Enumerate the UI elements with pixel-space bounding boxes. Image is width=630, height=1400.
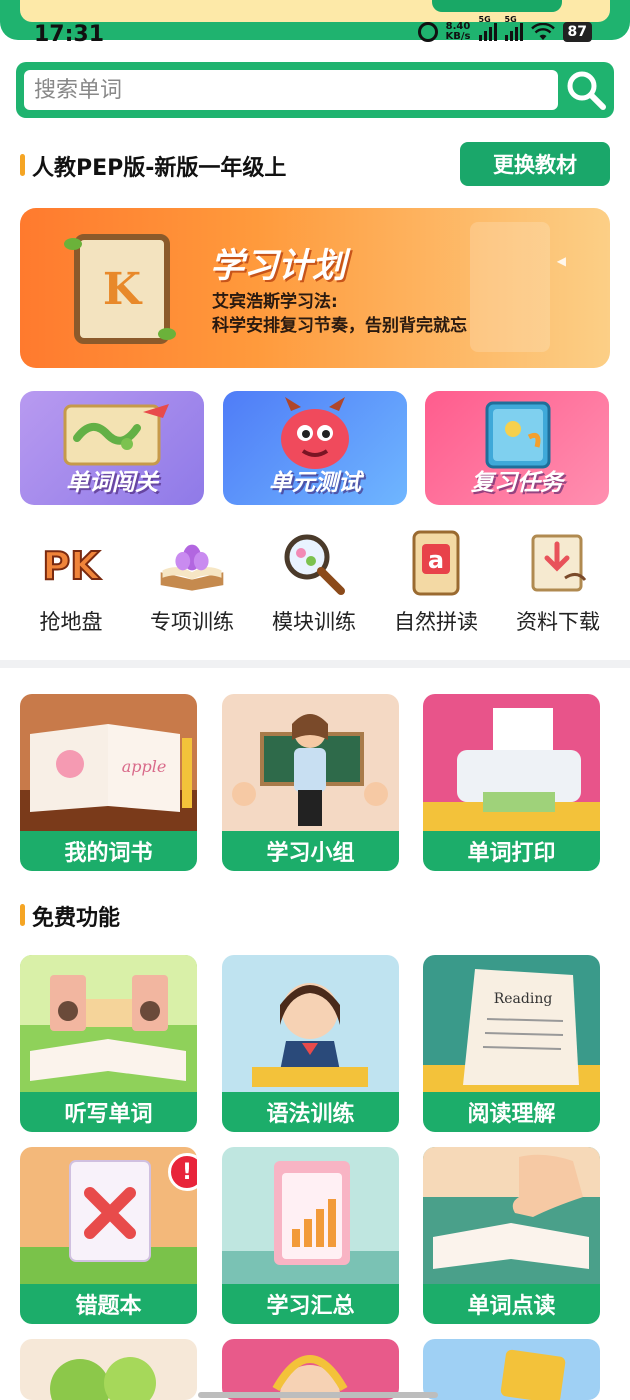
finger-book-picture: [423, 1147, 600, 1287]
grammar-training-label: 语法训练: [222, 1092, 399, 1132]
search-input[interactable]: [24, 70, 558, 110]
status-icons: 8.40 KB/s 5G 5G 87: [417, 15, 592, 42]
word-print-label: 单词打印: [423, 831, 600, 871]
special-training-label: 专项训练: [150, 610, 234, 634]
printer-picture: [423, 694, 600, 834]
word-challenge-label: 单词闯关: [66, 470, 158, 496]
unit-test-label: 单元测试: [269, 470, 361, 496]
network-speed: 8.40 KB/s: [446, 22, 471, 42]
leaf-icon: [64, 238, 82, 250]
download-materials-label: 资料下载: [516, 610, 600, 634]
my-wordbook-tile[interactable]: apple 我的词书: [20, 694, 197, 871]
special-training-button[interactable]: 专项训练: [137, 530, 247, 640]
review-task-card[interactable]: 复习任务: [425, 391, 609, 505]
magnifier-icon: [279, 530, 349, 596]
alarm-icon: [417, 22, 438, 42]
study-summary-label: 学习汇总: [222, 1284, 399, 1324]
pk-glyph: PK: [42, 544, 101, 588]
grab-territory-label: 抢地盘: [39, 610, 103, 634]
free-features-title: 免费功能: [32, 906, 121, 931]
wifi-icon: [530, 23, 555, 40]
status-bar: 17:31 8.40 KB/s 5G 5G 87: [0, 15, 630, 54]
wordbook-picture: apple: [20, 694, 197, 834]
top-promo-banner-button[interactable]: [432, 0, 562, 12]
letter-a-glyph: a: [428, 546, 444, 574]
trees-picture: [20, 1339, 197, 1400]
pk-icon: PK: [36, 530, 106, 596]
dictation-tile[interactable]: 听写单词: [20, 955, 197, 1132]
dictation-label: 听写单词: [20, 1092, 197, 1132]
letter-card-icon: a: [401, 530, 471, 596]
speakers-picture: [20, 955, 197, 1095]
section-divider: [0, 660, 630, 668]
module-training-label: 模块训练: [272, 610, 356, 634]
carousel-arrow-icon: ◀: [556, 254, 566, 268]
signal-label: 5G: [478, 15, 491, 24]
status-time: 17:31: [34, 22, 105, 47]
download-materials-button[interactable]: 资料下载: [503, 530, 613, 640]
book-flower-icon: [157, 530, 227, 596]
word-challenge-card[interactable]: 单词闯关: [20, 391, 204, 505]
reading-comprehension-label: 阅读理解: [423, 1092, 600, 1132]
study-plan-subtitle-line1: 艾宾浩斯学习法:: [212, 292, 338, 312]
partial-tile-1[interactable]: [20, 1339, 197, 1400]
signal-icon: 5G: [478, 15, 497, 41]
study-plan-banner[interactable]: K 学习计划 艾宾浩斯学习法: 科学安排复习节奏，告别背完就忘 ◀: [20, 208, 610, 368]
search-bar: [16, 62, 614, 118]
signal-icon-2: 5G: [504, 15, 523, 41]
grab-territory-button[interactable]: PK 抢地盘: [16, 530, 126, 640]
mistakes-book-tile[interactable]: ! 错题本: [20, 1147, 197, 1324]
banner-decoration: [470, 222, 550, 352]
search-icon: [567, 71, 606, 110]
reading-word: Reading: [494, 991, 553, 1007]
partial-tile-3[interactable]: [423, 1339, 600, 1400]
clipboard-chart-picture: [222, 1147, 399, 1287]
battery-indicator: 87: [562, 22, 592, 42]
study-plan-subtitle: 艾宾浩斯学习法: 科学安排复习节奏，告别背完就忘: [212, 290, 467, 338]
mistakes-book-label: 错题本: [20, 1284, 197, 1324]
textbook-title: 人教PEP版-新版一年级上: [32, 156, 287, 181]
study-group-tile[interactable]: 学习小组: [222, 694, 399, 871]
letter-k-board-icon: K: [74, 234, 170, 344]
word-print-tile[interactable]: 单词打印: [423, 694, 600, 871]
my-wordbook-label: 我的词书: [20, 831, 197, 871]
classroom-picture: [222, 694, 399, 834]
change-textbook-button[interactable]: 更换教材: [460, 142, 610, 186]
phonics-button[interactable]: a 自然拼读: [381, 530, 491, 640]
review-task-label: 复习任务: [471, 470, 563, 496]
student-writing-picture: [222, 955, 399, 1095]
study-plan-subtitle-line2: 科学安排复习节奏，告别背完就忘: [212, 316, 467, 336]
section-marker: [20, 154, 25, 176]
study-plan-title: 学习计划: [210, 246, 346, 286]
module-training-button[interactable]: 模块训练: [259, 530, 369, 640]
word-tap-read-label: 单词点读: [423, 1284, 600, 1324]
monster-icon: [223, 397, 407, 473]
section-marker: [20, 904, 25, 926]
grammar-training-tile[interactable]: 语法训练: [222, 955, 399, 1132]
study-summary-tile[interactable]: 学习汇总: [222, 1147, 399, 1324]
study-group-label: 学习小组: [222, 831, 399, 871]
notebook-icon: [425, 397, 609, 473]
search-button[interactable]: [562, 66, 610, 114]
reading-paper-picture: Reading: [423, 955, 600, 1095]
signal-label-2: 5G: [504, 15, 517, 24]
sky-picture: [423, 1339, 600, 1400]
apple-word: apple: [122, 757, 167, 776]
download-scroll-icon: [523, 530, 593, 596]
headphones-picture: [222, 1339, 399, 1400]
partial-tile-2[interactable]: [222, 1339, 399, 1400]
network-speed-unit: KB/s: [445, 31, 471, 42]
word-tap-read-tile[interactable]: 单词点读: [423, 1147, 600, 1324]
reading-comprehension-tile[interactable]: Reading 阅读理解: [423, 955, 600, 1132]
leaf-icon: [158, 328, 176, 340]
treasure-map-icon: [20, 397, 204, 473]
home-indicator[interactable]: [198, 1392, 438, 1398]
letter-k: K: [102, 263, 142, 315]
textbook-row: 人教PEP版-新版一年级上 更换教材: [20, 142, 610, 188]
unit-test-card[interactable]: 单元测试: [223, 391, 407, 505]
phonics-label: 自然拼读: [394, 610, 478, 634]
